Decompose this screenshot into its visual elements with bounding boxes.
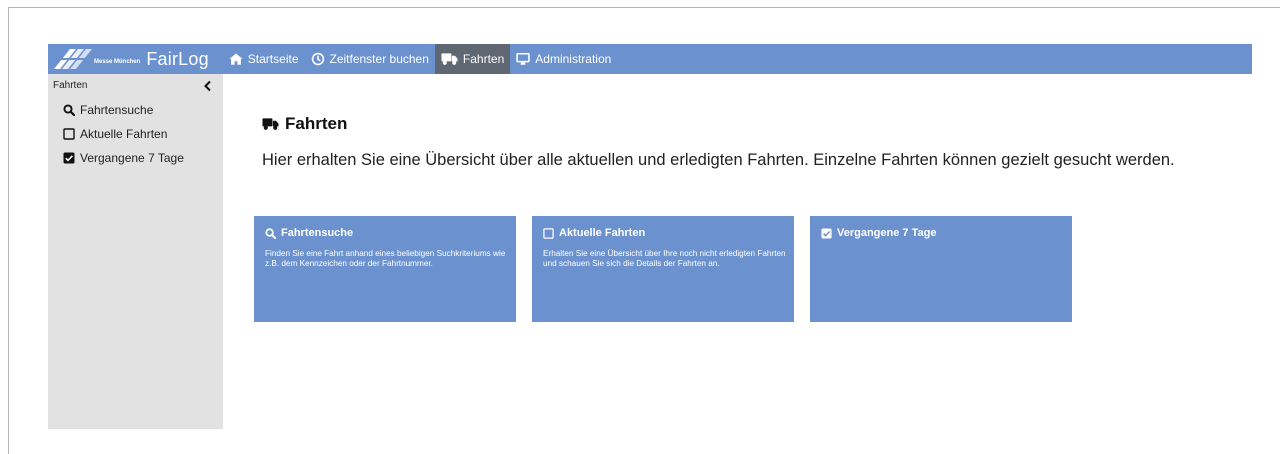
page-description: Hier erhalten Sie eine Übersicht über al… [262, 151, 1175, 169]
square-outline-icon [63, 128, 75, 140]
window-border-top [8, 7, 1280, 8]
nav-item-label: Zeitfenster buchen [329, 52, 429, 66]
home-icon [229, 53, 243, 65]
card-text: Erhalten Sie eine Übersicht über Ihre no… [543, 249, 786, 268]
card-text: Finden Sie eine Fahrt anhand eines belie… [265, 249, 506, 268]
nav-item-startseite[interactable]: Startseite [223, 44, 305, 74]
square-outline-icon [543, 227, 554, 239]
nav-item-fahrten[interactable]: Fahrten [434, 44, 511, 74]
app-name: FairLog [146, 48, 209, 69]
truck-icon [441, 53, 458, 65]
card-title-text: Vergangene 7 Tage [837, 227, 937, 239]
sidebar-item-vergangene-7-tage[interactable]: Vergangene 7 Tage [63, 151, 184, 165]
messe-logo-icon [52, 49, 92, 69]
sidebar-title: Fahrten [53, 80, 88, 91]
search-icon [265, 227, 276, 239]
card-title: Vergangene 7 Tage [821, 227, 936, 239]
window-border-left [8, 7, 9, 454]
top-navbar: Messe München FairLog Startseite Zeitfen… [48, 44, 1252, 74]
brand[interactable]: Messe München FairLog [52, 44, 209, 74]
sidebar-item-label: Vergangene 7 Tage [80, 151, 184, 165]
page-title-text: Fahrten [285, 114, 348, 133]
card-title: Aktuelle Fahrten [543, 227, 645, 239]
sidebar-item-label: Fahrtensuche [80, 103, 154, 117]
clock-icon [311, 52, 324, 66]
nav-item-administration[interactable]: Administration [510, 44, 617, 74]
nav-item-label: Startseite [247, 52, 299, 66]
checkbox-checked-icon [821, 227, 832, 239]
sidebar-item-fahrtensuche[interactable]: Fahrtensuche [63, 103, 153, 117]
truck-icon [262, 118, 279, 130]
card-vergangene-7-tage[interactable]: Vergangene 7 Tage [810, 216, 1072, 322]
monitor-icon [516, 52, 531, 65]
card-fahrtensuche[interactable]: Fahrtensuche Finden Sie eine Fahrt anhan… [254, 216, 516, 322]
sidebar-item-aktuelle-fahrten[interactable]: Aktuelle Fahrten [63, 127, 167, 141]
page-title: Fahrten [262, 114, 347, 134]
checkbox-checked-icon [63, 152, 75, 164]
nav-item-zeitfenster-buchen[interactable]: Zeitfenster buchen [305, 44, 435, 74]
card-aktuelle-fahrten[interactable]: Aktuelle Fahrten Erhalten Sie eine Übers… [532, 216, 794, 322]
card-title-text: Fahrtensuche [281, 227, 354, 239]
search-icon [63, 104, 75, 116]
nav-item-label: Administration [535, 52, 612, 66]
sidebar: Fahrten Fahrtensuche Aktuelle Fahrten Ve… [48, 74, 223, 429]
chevron-left-icon[interactable] [202, 80, 214, 92]
card-title: Fahrtensuche [265, 227, 353, 239]
nav-item-label: Fahrten [462, 52, 505, 66]
card-title-text: Aktuelle Fahrten [559, 227, 646, 239]
sidebar-item-label: Aktuelle Fahrten [80, 127, 168, 141]
brand-subtitle: Messe München [94, 59, 141, 65]
